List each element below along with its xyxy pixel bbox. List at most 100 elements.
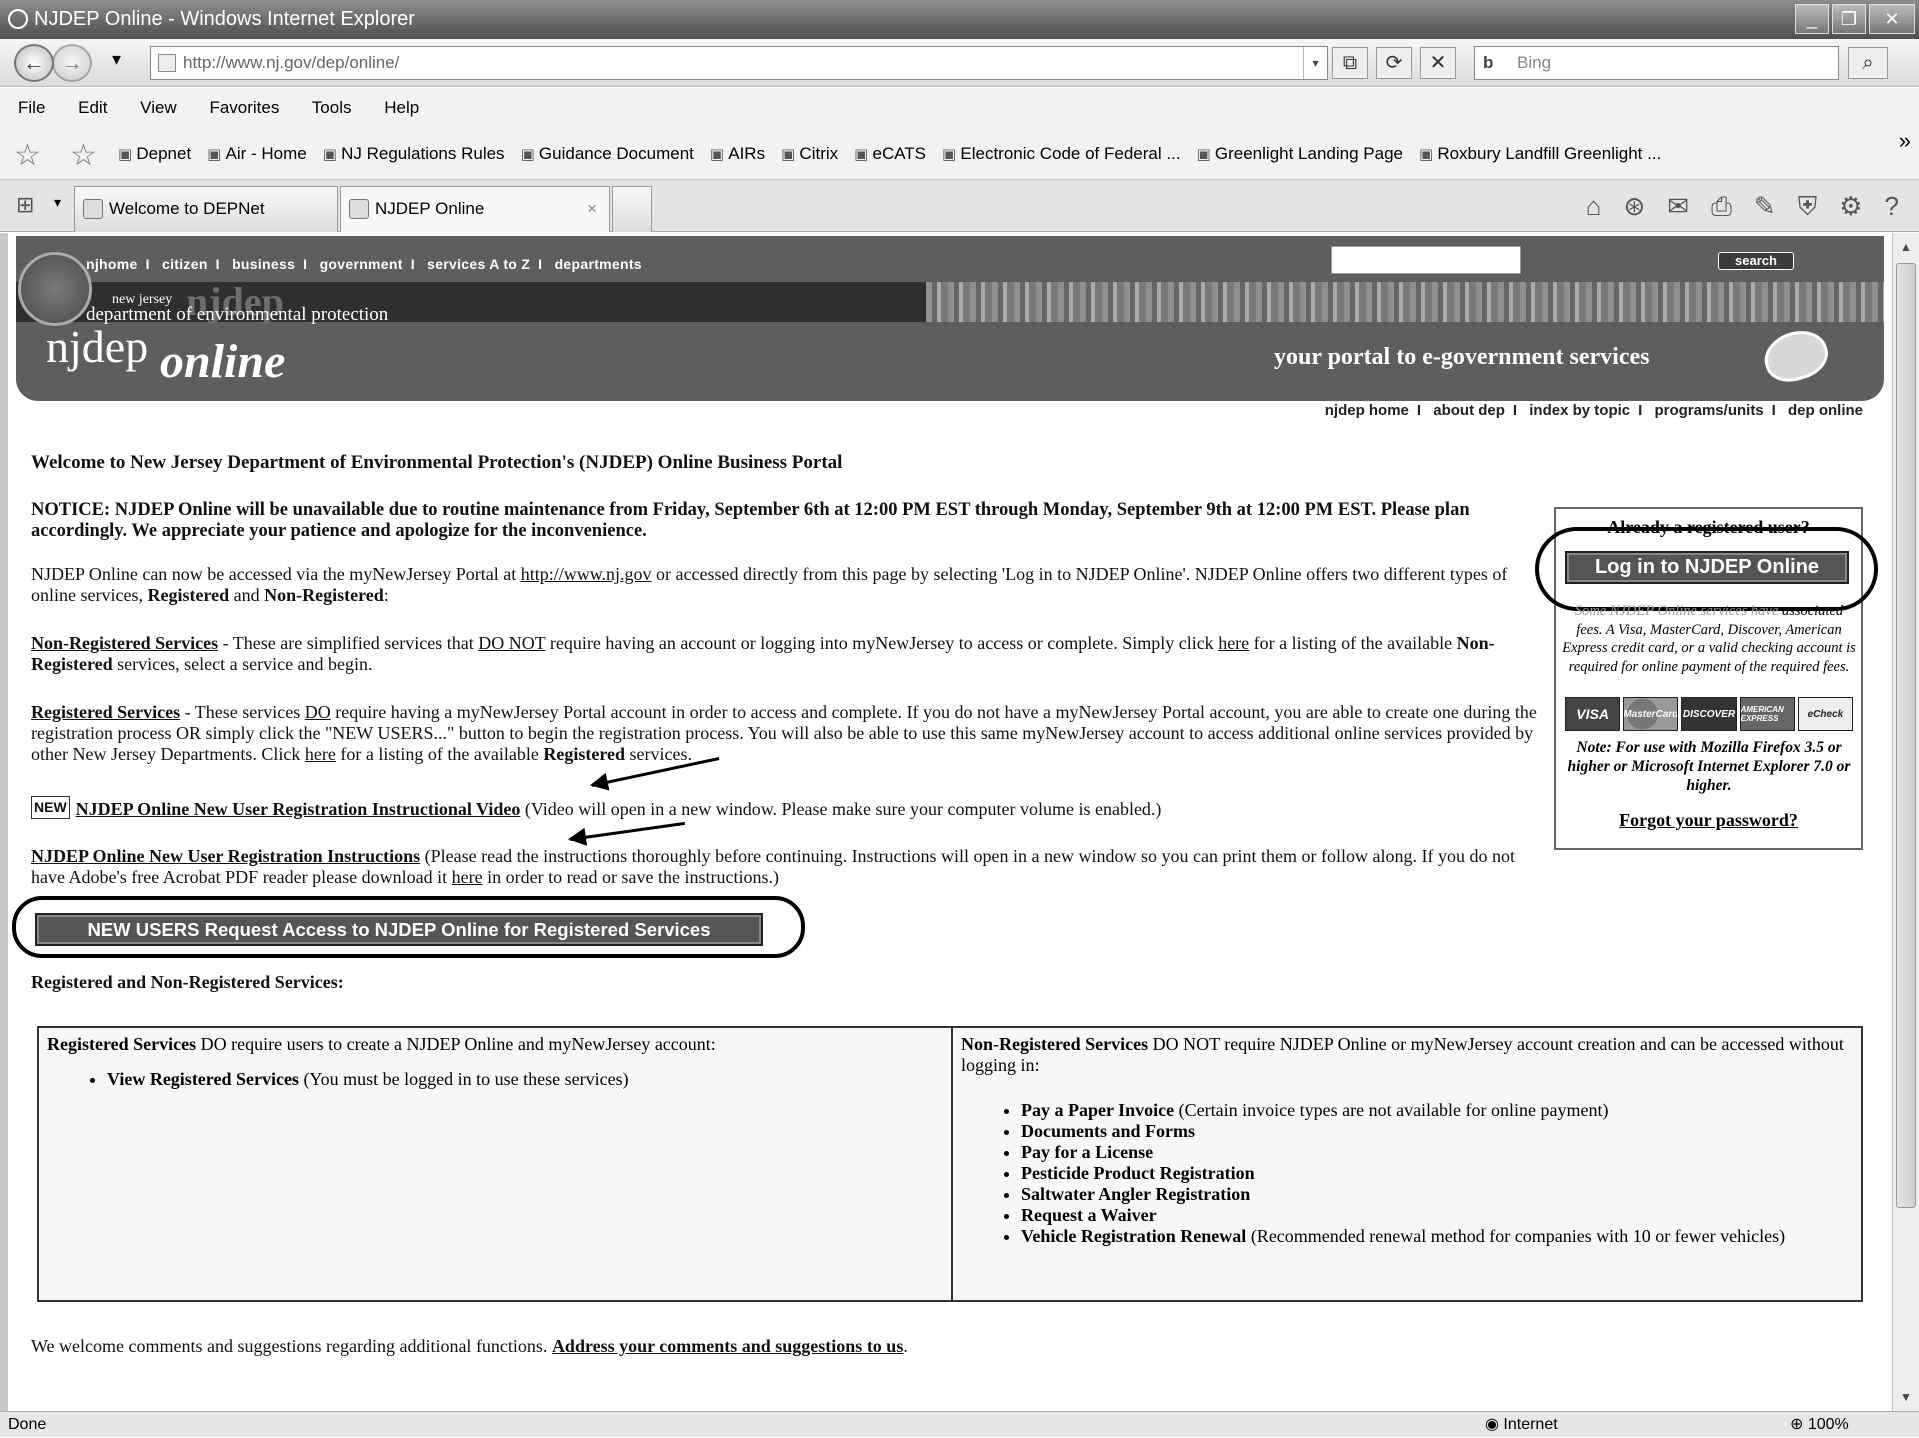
tab-list-dropdown-icon[interactable]: ▾ [54,194,61,211]
refresh-icon[interactable]: ⟳ [1376,47,1412,79]
nav-departments[interactable]: departments [555,256,642,272]
visa-icon: VISA [1565,697,1621,731]
access-paragraph: NJDEP Online can now be accessed via the… [31,564,1508,605]
do-not-link[interactable]: DO NOT [1153,1034,1220,1054]
favorite-roxbury-landfill[interactable]: Roxbury Landfill Greenlight ... [1419,128,1661,181]
address-dropdown-icon[interactable]: ▾ [1303,47,1327,79]
pay-paper-invoice-link[interactable]: Pay a Paper Invoice [1021,1100,1174,1120]
new-users-request-access-button[interactable]: NEW USERS Request Access to NJDEP Online… [35,913,763,946]
menu-favorites[interactable]: Favorites [209,98,279,117]
read-mail-icon[interactable]: ✉ [1667,188,1689,224]
status-text: Done [8,1416,47,1433]
instructional-video-link[interactable]: NJDEP Online New User Registration Instr… [76,799,521,819]
non-registered-services-link[interactable]: Non-Registered Services [31,633,218,653]
login-button[interactable]: Log in to NJDEP Online [1565,551,1849,584]
address-bar[interactable]: http://www.nj.gov/dep/online/ ▾ [150,46,1328,80]
menu-view[interactable]: View [140,98,177,117]
favorite-nj-regulations[interactable]: NJ Regulations Rules [323,128,504,181]
vehicle-registration-renewal-link[interactable]: Vehicle Registration Renewal [1021,1226,1246,1246]
scroll-down-icon[interactable]: ▼ [1896,1386,1916,1408]
tab-favicon [83,199,103,219]
registered-services-column: Registered Services DO require users to … [39,1028,953,1300]
acrobat-here-link[interactable]: here [452,867,483,887]
history-dropdown-icon[interactable]: ▾ [112,49,121,70]
request-waiver-link[interactable]: Request a Waiver [1021,1205,1157,1225]
tab-welcome-to-depnet[interactable]: Welcome to DEPNet [74,186,338,232]
do-not-link[interactable]: DO NOT [478,633,545,653]
compatibility-view-icon[interactable]: ⧉ [1332,47,1368,79]
list-item: View Registered Services (You must be lo… [107,1069,943,1090]
favorite-greenlight[interactable]: Greenlight Landing Page [1197,128,1403,181]
favorite-ecats[interactable]: eCATS [854,128,926,181]
favorite-guidance-document[interactable]: Guidance Document [521,128,694,181]
forward-button[interactable]: → [52,44,92,82]
subnav-njdep-home[interactable]: njdep home [1325,402,1409,419]
bing-search-input[interactable]: b Bing [1474,46,1839,80]
back-button[interactable]: ← [14,44,54,82]
nav-njhome[interactable]: njhome [86,256,138,272]
maximize-button[interactable]: ❐ [1832,4,1866,34]
favorites-star-icon[interactable]: ☆ [14,138,41,173]
menu-edit[interactable]: Edit [78,98,107,117]
non-registered-here-link[interactable]: here [1218,633,1249,653]
documents-and-forms-link[interactable]: Documents and Forms [1021,1121,1195,1141]
nav-business[interactable]: business [232,256,295,272]
list-item: Documents and Forms [1021,1121,1853,1142]
feeds-icon[interactable]: ⊛ [1624,188,1646,224]
registration-instructions-link[interactable]: NJDEP Online New User Registration Instr… [31,846,420,866]
safety-icon[interactable]: ⛨ [1798,188,1818,224]
close-tab-icon[interactable]: × [587,187,597,231]
subnav-about-dep[interactable]: about dep [1433,402,1505,419]
window-title-bar: NJDEP Online - Windows Internet Explorer… [0,0,1919,39]
quick-tabs-icon[interactable]: ⊞ [16,192,42,218]
vertical-scrollbar[interactable]: ▲ ▼ [1892,233,1919,1411]
home-icon[interactable]: ⌂ [1586,188,1602,224]
saltwater-angler-link[interactable]: Saltwater Angler Registration [1021,1184,1250,1204]
subnav-index-by-topic[interactable]: index by topic [1529,402,1630,419]
site-search-button[interactable]: search [1718,252,1794,270]
view-registered-services-link[interactable]: View Registered Services [107,1069,299,1089]
scrollbar-thumb[interactable] [1896,263,1916,1208]
menu-file[interactable]: File [18,98,45,117]
favorite-airs[interactable]: AIRs [710,128,765,181]
tools-gear-icon[interactable]: ⚙ [1839,188,1862,224]
favorite-air-home[interactable]: Air - Home [207,128,307,181]
add-favorite-icon[interactable]: ☆ [70,138,97,173]
pay-for-license-link[interactable]: Pay for a License [1021,1142,1153,1162]
nav-citizen[interactable]: citizen [162,256,208,272]
subnav-dep-online[interactable]: dep online [1788,402,1863,419]
favorite-depnet[interactable]: Depnet [118,128,191,181]
forgot-password-link[interactable]: Forgot your password? [1554,810,1863,831]
nature-photo-strip [926,282,1884,322]
nav-services-a-to-z[interactable]: services A to Z [427,256,530,272]
help-icon[interactable]: ? [1885,188,1899,224]
new-tab-button[interactable] [612,186,652,232]
site-search-input[interactable] [1331,246,1521,274]
registered-here-link[interactable]: here [305,744,336,764]
tab-njdep-online[interactable]: NJDEP Online × [340,186,610,232]
search-go-icon[interactable]: ⌕ [1848,47,1888,79]
pesticide-registration-link[interactable]: Pesticide Product Registration [1021,1163,1255,1183]
services-table: Registered Services DO require users to … [37,1026,1863,1302]
do-link[interactable]: DO [305,702,331,722]
do-link[interactable]: DO [201,1034,227,1054]
close-window-button[interactable]: ✕ [1869,4,1915,34]
favorites-more-icon[interactable]: » [1899,128,1911,154]
logo-njdep: njdep [46,321,149,372]
comments-link[interactable]: Address your comments and suggestions to… [552,1336,903,1356]
favorite-citrix[interactable]: Citrix [781,128,838,181]
favorite-ecfr[interactable]: Electronic Code of Federal ... [942,128,1180,181]
minimize-button[interactable]: _ [1795,4,1829,34]
nav-government[interactable]: government [320,256,403,272]
registered-services-link[interactable]: Registered Services [31,702,180,722]
stop-icon[interactable]: ✕ [1420,47,1456,79]
zoom-level[interactable]: ⊕ 100% [1790,1412,1849,1438]
menu-tools[interactable]: Tools [312,98,352,117]
page-icon[interactable]: ✎ [1754,188,1776,224]
print-icon[interactable]: ⎙ [1711,188,1732,224]
scroll-up-icon[interactable]: ▲ [1896,236,1916,258]
fees-text: Some NJDEP Online services have associat… [1562,603,1856,675]
menu-help[interactable]: Help [384,98,419,117]
subnav-programs-units[interactable]: programs/units [1654,402,1763,419]
nj-gov-link[interactable]: http://www.nj.gov [521,564,652,584]
